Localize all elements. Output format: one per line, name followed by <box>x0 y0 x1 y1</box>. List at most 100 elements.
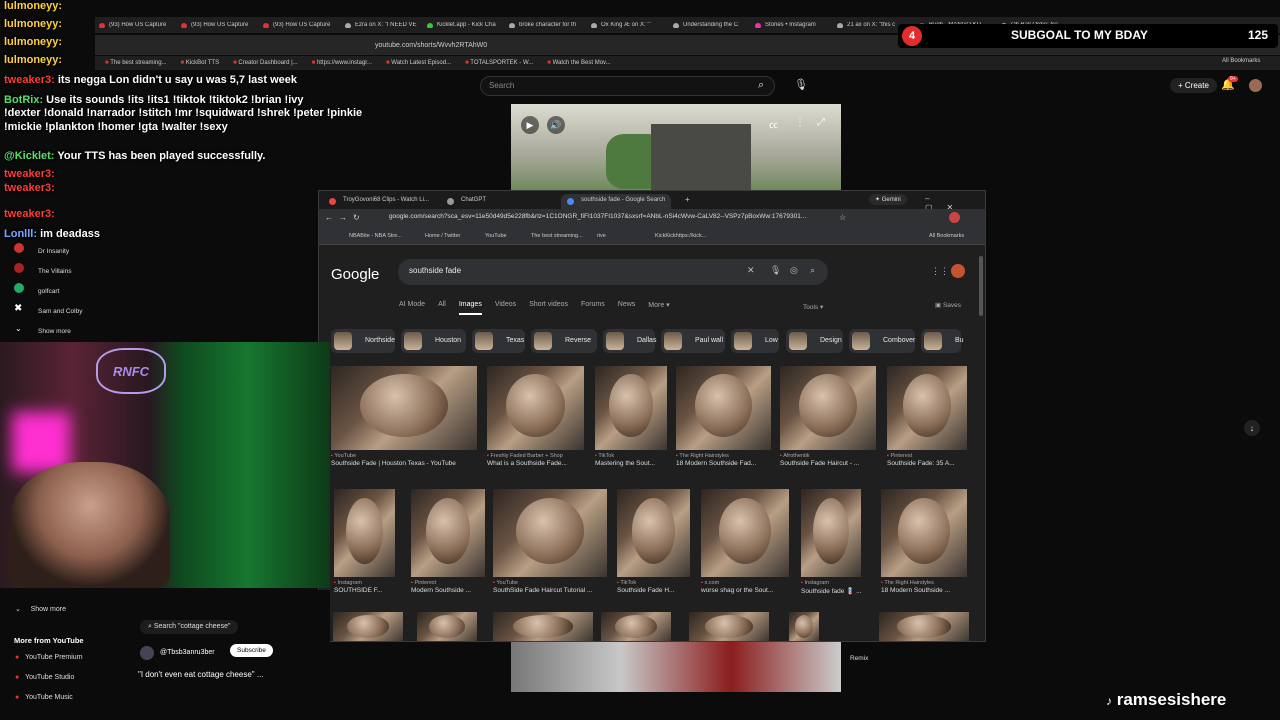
short-video-player[interactable]: ▶ 🔊 ㏄ ⋮ ⤢ <box>511 104 841 190</box>
chrome-bookmark[interactable]: Home / Twitter <box>425 233 460 239</box>
microphone-icon[interactable]: 🎙 <box>770 265 781 276</box>
sidebar-item-music[interactable]: ● YouTube Music <box>15 694 73 701</box>
clear-icon[interactable]: ✕ <box>747 265 755 276</box>
bookmark-item[interactable]: Watch the Best Mov... <box>547 60 611 66</box>
result-thumbnail[interactable] <box>780 366 876 450</box>
search-tab[interactable]: News <box>618 301 636 315</box>
result-thumbnail[interactable] <box>417 612 477 641</box>
image-result[interactable] <box>417 612 477 641</box>
chrome-bookmark[interactable]: KickKickhttps://kick... <box>655 233 706 239</box>
browser-tab[interactable]: Stories • Instagram <box>751 22 833 28</box>
browser-tab[interactable]: broke character for th <box>505 22 587 28</box>
sidebar-item[interactable]: The Villains <box>38 268 71 275</box>
refinement-chip[interactable]: Combover <box>849 329 915 353</box>
image-result[interactable]: YouTubeSouthside Fade | Houston Texas - … <box>331 366 477 467</box>
google-logo[interactable]: Google <box>331 266 379 283</box>
show-more-link[interactable]: ⌄ Show more <box>15 605 66 613</box>
channel-name[interactable]: @Tbsb3anru3ber <box>160 649 215 656</box>
browser-tab[interactable]: Understanding the C <box>669 22 751 28</box>
image-result[interactable]: PinterestSouthside Fade: 35 A... <box>887 366 967 467</box>
image-result[interactable] <box>879 612 969 641</box>
profile-avatar[interactable] <box>949 212 960 223</box>
search-tab[interactable]: AI Mode <box>399 301 425 315</box>
channel-avatar[interactable] <box>140 646 154 660</box>
result-thumbnail[interactable] <box>334 489 395 577</box>
subscribe-button[interactable]: Subscribe <box>230 644 273 657</box>
sidebar-show-more[interactable]: Show more <box>38 328 71 335</box>
image-result[interactable] <box>601 612 671 641</box>
search-tab[interactable]: Short videos <box>529 301 568 315</box>
saves-button[interactable]: ▣ Saves <box>935 301 961 309</box>
bookmark-item[interactable]: TOTALSPORTEK - W... <box>465 60 533 66</box>
bookmark-item[interactable]: KickBot TTS <box>181 60 219 66</box>
refinement-chip[interactable]: Dallas <box>603 329 656 353</box>
all-bookmarks-link[interactable]: All Bookmarks <box>929 233 964 239</box>
star-icon[interactable]: ☆ <box>839 213 846 222</box>
refinement-chip[interactable]: Paul wall <box>661 329 725 353</box>
chrome-bookmark[interactable]: YouTube <box>485 233 507 239</box>
result-thumbnail[interactable] <box>333 612 403 641</box>
result-thumbnail[interactable] <box>487 366 584 450</box>
image-result[interactable]: Instagram Southside fade 💈 ... <box>801 489 861 595</box>
result-thumbnail[interactable] <box>701 489 789 577</box>
refinement-chip[interactable]: Design <box>786 329 843 353</box>
avatar[interactable] <box>951 264 965 278</box>
result-thumbnail[interactable] <box>411 489 485 577</box>
bookmark-item[interactable]: Watch Latest Episod... <box>386 60 451 66</box>
all-bookmarks-link[interactable]: All Bookmarks <box>1222 58 1260 64</box>
fullscreen-icon[interactable]: ⤢ <box>817 117 825 128</box>
result-thumbnail[interactable] <box>689 612 769 641</box>
result-thumbnail[interactable] <box>617 489 690 577</box>
volume-icon[interactable]: 🔊 <box>547 116 565 134</box>
result-thumbnail[interactable] <box>881 489 967 577</box>
chrome-tab[interactable]: TroyGovoni68 Clips - Watch Li... <box>323 194 435 209</box>
result-thumbnail[interactable] <box>887 366 967 450</box>
image-result[interactable]: AfrothentikSouthside Fade Haircut - ... <box>780 366 876 467</box>
new-tab-icon[interactable]: + <box>685 195 690 204</box>
bookmark-item[interactable]: The best streaming... <box>105 60 166 66</box>
chrome-address-bar[interactable]: ←→↻ google.com/search?sca_esv=11e50d49d5… <box>319 209 985 229</box>
more-icon[interactable]: ⋮ <box>795 117 805 128</box>
image-result[interactable] <box>689 612 769 641</box>
search-icon[interactable]: ⌕ <box>758 79 764 92</box>
image-result[interactable] <box>789 612 819 641</box>
image-result[interactable] <box>333 612 403 641</box>
search-suggestion-chip[interactable]: ⌕ Search "cottage cheese" <box>140 620 239 634</box>
refinement-chip[interactable]: Houston <box>401 329 466 353</box>
gemini-button[interactable]: ✦ Gemini <box>869 194 907 205</box>
result-thumbnail[interactable] <box>493 612 593 641</box>
search-tab[interactable]: Videos <box>495 301 516 315</box>
chrome-bookmark[interactable]: NBABite - NBA Stre... <box>349 233 402 239</box>
sidebar-item-studio[interactable]: ● YouTube Studio <box>15 674 74 681</box>
chrome-bookmark[interactable]: The best streaming... <box>531 233 583 239</box>
refinement-chip[interactable]: Northside <box>331 329 395 353</box>
image-result[interactable] <box>493 612 593 641</box>
image-result[interactable]: The Right Hairstyles18 Modern Southside … <box>881 489 967 594</box>
next-short-preview[interactable] <box>511 640 841 692</box>
result-thumbnail[interactable] <box>601 612 671 641</box>
image-result[interactable]: TikTokSouthside Fade H... <box>617 489 690 594</box>
chrome-bookmark[interactable]: rive <box>597 233 606 239</box>
bookmark-item[interactable]: https://www.instagr... <box>312 60 372 66</box>
browser-tab[interactable]: Kicklet.app - Kick Cha <box>423 22 505 28</box>
search-tab[interactable]: More ▾ <box>648 301 669 315</box>
result-thumbnail[interactable] <box>789 612 819 641</box>
chrome-url[interactable]: google.com/search?sca_esv=11e50d49d5e228… <box>389 213 839 225</box>
captions-icon[interactable]: ㏄ <box>769 118 778 131</box>
create-button[interactable]: + Create <box>1170 78 1217 93</box>
youtube-search-input[interactable]: Search <box>480 76 775 96</box>
result-thumbnail[interactable] <box>595 366 667 450</box>
chrome-tab-active[interactable]: southside fade - Google Search <box>561 194 672 209</box>
refinement-chip[interactable]: Texas <box>472 329 525 353</box>
sidebar-item[interactable]: golfcart <box>38 288 59 295</box>
result-thumbnail[interactable] <box>879 612 969 641</box>
sidebar-item[interactable]: Dr Insanity <box>38 248 69 255</box>
browser-tab[interactable]: Ezra on X: "I NEED VE <box>341 22 423 28</box>
refinement-chip[interactable]: Reverse <box>531 329 597 353</box>
tools-button[interactable]: Tools ▾ <box>803 303 823 311</box>
sidebar-item[interactable]: Sam and Colby <box>38 308 82 315</box>
image-result[interactable]: x.comworse shag or the Sout... <box>701 489 789 594</box>
search-tab[interactable]: Images <box>458 301 482 315</box>
scrollbar[interactable] <box>979 256 983 316</box>
browser-tab[interactable]: Ox King Æ on X: "’ <box>587 22 669 28</box>
